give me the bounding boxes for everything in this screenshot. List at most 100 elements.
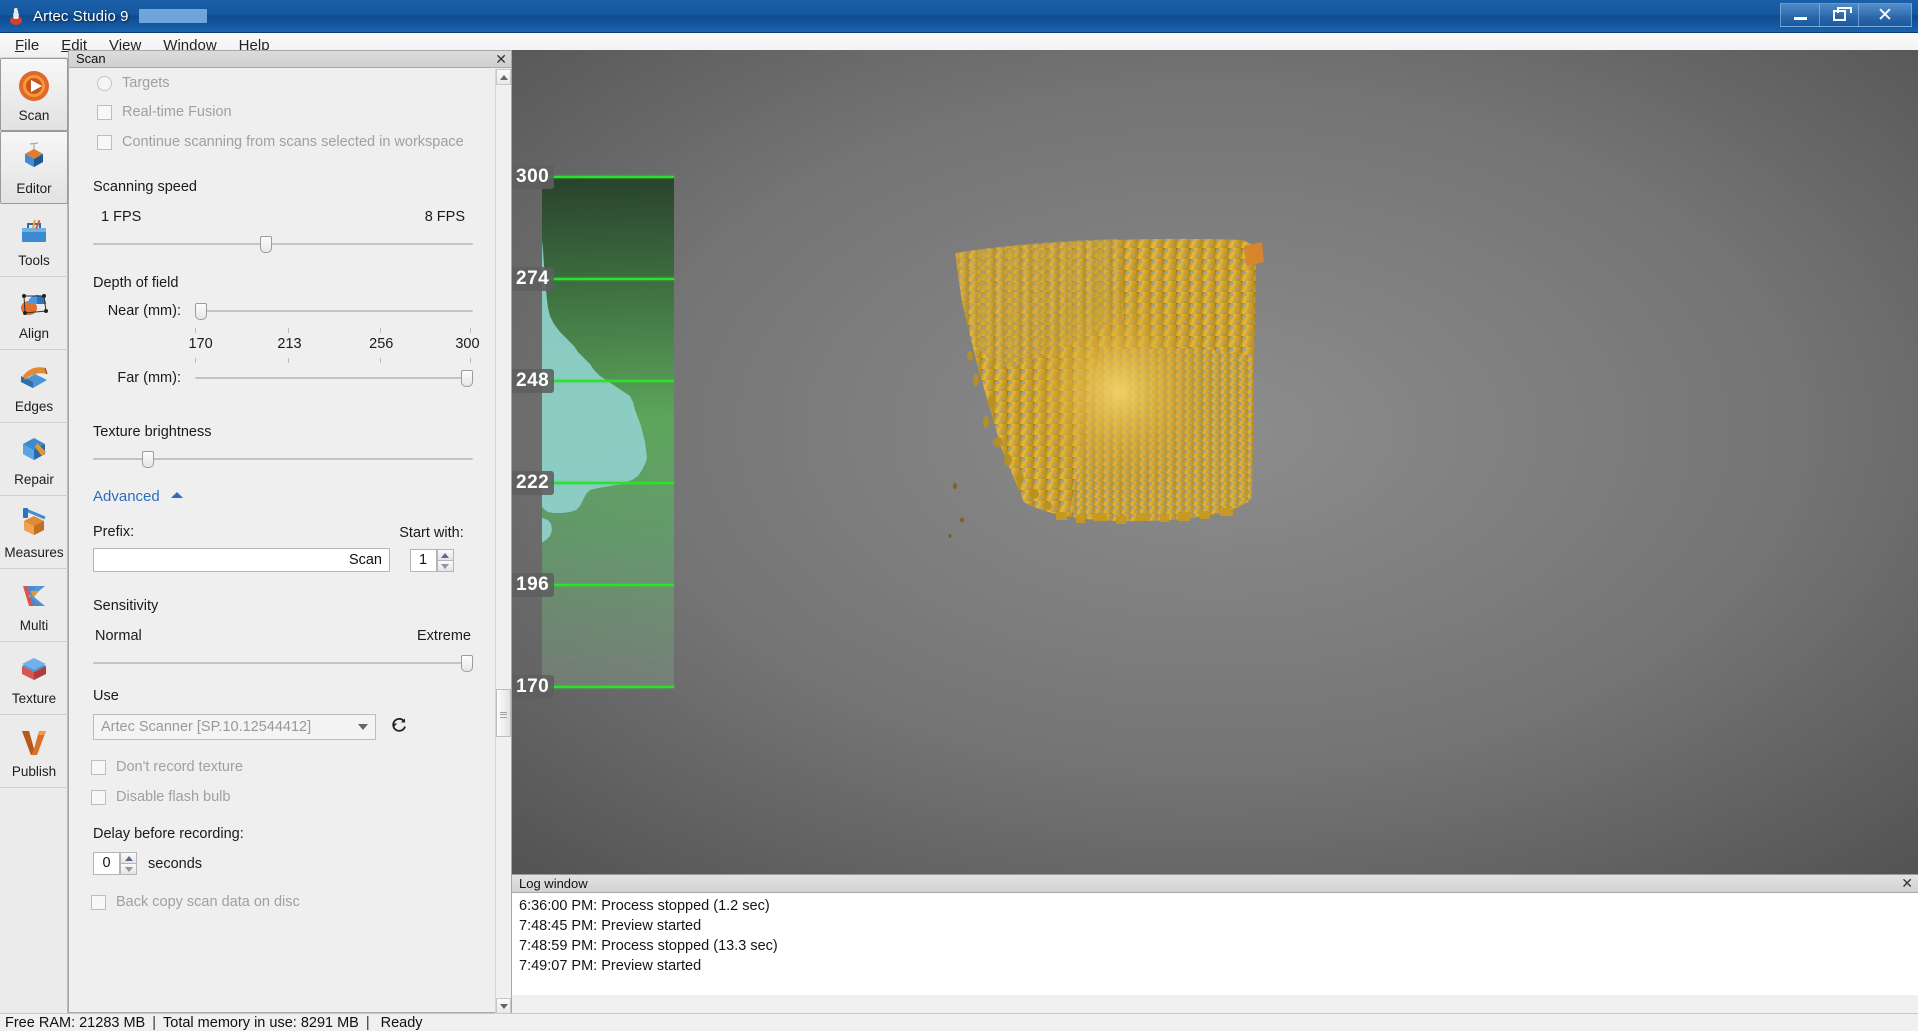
scan-settings-panel: Scan ✕ Targets Real-time Fusion Continue… xyxy=(68,50,512,1013)
delay-stepper[interactable]: 0 xyxy=(93,852,137,875)
chevron-down-icon[interactable] xyxy=(358,724,368,730)
depth-tickmarks xyxy=(195,328,473,336)
log-window-close-icon[interactable]: ✕ xyxy=(1901,875,1913,892)
advanced-section-header[interactable]: Advanced xyxy=(69,488,497,506)
sidebar-item-label: Align xyxy=(19,326,49,341)
disable-flash-bulb-row[interactable]: Disable flash bulb xyxy=(69,782,497,812)
dont-record-texture-checkbox[interactable] xyxy=(91,760,106,775)
sensitivity-max-label: Extreme xyxy=(417,628,471,644)
3d-viewport[interactable]: 300 274 248 222 196 170 xyxy=(512,50,1918,874)
sidebar-item-scan[interactable]: Scan xyxy=(0,58,68,131)
sidebar-item-edges[interactable]: Edges xyxy=(0,350,68,423)
log-lines: 6:36:00 PM: Process stopped (1.2 sec) 7:… xyxy=(512,893,1918,976)
texture-brightness-section: Texture brightness xyxy=(69,424,497,460)
delay-decrement-button[interactable] xyxy=(120,863,137,875)
near-slider-handle[interactable] xyxy=(195,303,207,320)
depth-of-field-title: Depth of field xyxy=(93,275,473,291)
dont-record-texture-row[interactable]: Don't record texture xyxy=(69,752,497,782)
status-separator: | xyxy=(359,1015,377,1031)
sidebar-item-label: Repair xyxy=(14,472,54,487)
panel-close-icon[interactable]: ✕ xyxy=(495,51,507,67)
advanced-toggle-label[interactable]: Advanced xyxy=(93,488,160,505)
start-with-value[interactable]: 1 xyxy=(410,549,437,572)
status-total-memory: Total memory in use: 8291 MB xyxy=(163,1015,359,1031)
status-free-ram: Free RAM: 21283 MB xyxy=(5,1015,145,1031)
scroll-up-arrow-icon[interactable] xyxy=(496,69,511,85)
log-window-titlebar: Log window ✕ xyxy=(512,875,1918,893)
far-slider-handle[interactable] xyxy=(461,370,473,387)
sidebar-item-label: Texture xyxy=(12,691,56,706)
minimize-icon[interactable] xyxy=(1780,3,1819,27)
texture-brightness-slider-handle[interactable] xyxy=(142,451,154,468)
start-with-decrement-button[interactable] xyxy=(437,560,454,572)
log-line: 7:48:45 PM: Preview started xyxy=(512,916,1918,936)
continue-scanning-checkbox[interactable] xyxy=(97,135,112,150)
continue-scanning-row[interactable]: Continue scanning from scans selected in… xyxy=(69,127,497,157)
panel-scrollbar[interactable] xyxy=(495,69,510,1014)
log-window-title: Log window xyxy=(519,876,588,891)
sidebar-item-measures[interactable]: Measures xyxy=(0,496,68,569)
artec-logo-icon xyxy=(7,6,27,26)
scanning-speed-slider-handle[interactable] xyxy=(260,236,272,253)
back-copy-row[interactable]: Back copy scan data on disc xyxy=(69,887,497,917)
texture-brightness-slider[interactable] xyxy=(93,458,473,460)
depth-of-field-section: Depth of field Near (mm): 170 xyxy=(69,275,497,386)
chevron-up-icon[interactable] xyxy=(171,492,183,498)
close-icon[interactable]: ✕ xyxy=(1858,3,1912,27)
disable-flash-bulb-label: Disable flash bulb xyxy=(116,789,230,805)
disable-flash-bulb-checkbox[interactable] xyxy=(91,790,106,805)
sidebar-item-label: Scan xyxy=(19,108,50,123)
scanning-speed-slider[interactable] xyxy=(93,243,473,245)
scanner-select[interactable]: Artec Scanner [SP.10.12544412] xyxy=(93,714,376,740)
delay-value[interactable]: 0 xyxy=(93,852,120,875)
multi-icon xyxy=(15,577,53,615)
near-slider[interactable] xyxy=(195,310,473,312)
scanning-speed-section: Scanning speed 1 FPS 8 FPS xyxy=(69,179,497,245)
realtime-fusion-checkbox[interactable] xyxy=(97,105,112,120)
sidebar-item-label: Edges xyxy=(15,399,53,414)
delay-increment-button[interactable] xyxy=(120,852,137,863)
sidebar-item-editor[interactable]: Editor xyxy=(0,131,68,204)
far-slider[interactable] xyxy=(195,377,473,379)
start-with-increment-button[interactable] xyxy=(437,549,454,560)
panel-title-text: Scan xyxy=(76,51,106,66)
prefix-row: Prefix: Scan Start with: 1 xyxy=(69,524,497,572)
depth-tick-label: 170 xyxy=(188,336,212,352)
window-controls: ✕ xyxy=(1780,3,1912,27)
log-line: 7:48:59 PM: Process stopped (13.3 sec) xyxy=(512,936,1918,956)
sidebar-item-multi[interactable]: Multi xyxy=(0,569,68,642)
texture-icon xyxy=(15,650,53,688)
scanner-select-value: Artec Scanner [SP.10.12544412] xyxy=(94,719,311,735)
publish-icon xyxy=(15,723,53,761)
realtime-fusion-row[interactable]: Real-time Fusion xyxy=(69,97,497,127)
tools-icon xyxy=(15,212,53,250)
start-with-stepper[interactable]: 1 xyxy=(390,549,473,572)
repair-icon xyxy=(15,431,53,469)
targets-radio-row[interactable]: Targets xyxy=(69,69,497,97)
menu-file[interactable]: File xyxy=(4,35,50,56)
depth-tick-labels: 170 213 256 300 xyxy=(195,336,473,356)
title-bar: Artec Studio 9 ✕ xyxy=(0,0,1918,33)
refresh-icon[interactable] xyxy=(390,716,408,739)
sidebar-item-label: Measures xyxy=(4,545,63,560)
back-copy-checkbox[interactable] xyxy=(91,895,106,910)
sensitivity-slider[interactable] xyxy=(93,662,473,664)
delay-label: Delay before recording: xyxy=(93,826,473,842)
maximize-icon[interactable] xyxy=(1819,3,1858,27)
depth-tick-label: 213 xyxy=(277,336,301,352)
panel-scrollbar-thumb[interactable] xyxy=(496,689,511,737)
scan-panel-body: Targets Real-time Fusion Continue scanni… xyxy=(69,69,497,1014)
sidebar-item-texture[interactable]: Texture xyxy=(0,642,68,715)
sensitivity-slider-handle[interactable] xyxy=(461,655,473,672)
scanned-mesh-preview[interactable] xyxy=(512,50,1918,874)
sidebar-item-align[interactable]: Align xyxy=(0,277,68,350)
scroll-down-arrow-icon[interactable] xyxy=(496,998,511,1014)
sidebar-item-publish[interactable]: Publish xyxy=(0,715,68,788)
sensitivity-title: Sensitivity xyxy=(93,598,473,614)
sidebar-item-repair[interactable]: Repair xyxy=(0,423,68,496)
prefix-input[interactable]: Scan xyxy=(93,548,390,572)
depth-tick-label: 256 xyxy=(369,336,393,352)
targets-radio[interactable] xyxy=(97,76,112,91)
sidebar-item-tools[interactable]: Tools xyxy=(0,204,68,277)
window-title: Artec Studio 9 xyxy=(33,8,129,25)
